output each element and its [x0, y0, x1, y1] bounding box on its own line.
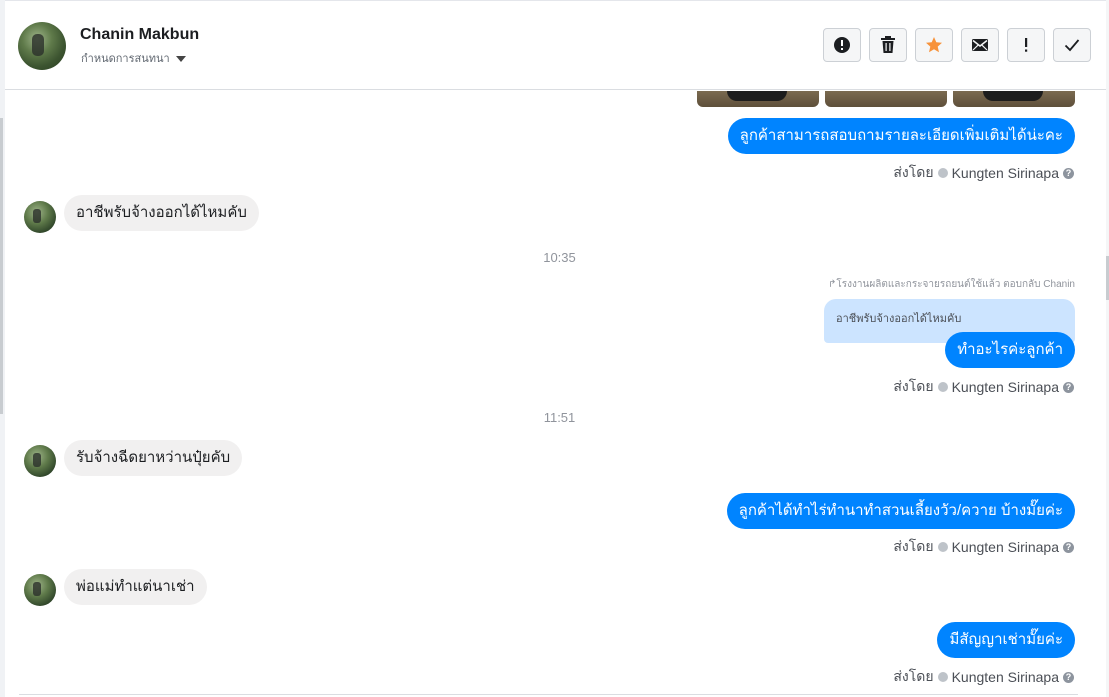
verified-icon	[937, 168, 948, 178]
left-scrollbar-thumb[interactable]	[0, 118, 3, 414]
message-thread[interactable]: ลูกค้าสามารถสอบถามรายละเอียดเพิ่มเติมได้…	[5, 91, 1106, 697]
image-thumbnail[interactable]	[697, 91, 819, 107]
incoming-message[interactable]: พ่อแม่ทำแต่นาเช่า	[64, 569, 207, 605]
image-attachments	[697, 91, 1075, 107]
verified-icon	[937, 542, 948, 552]
outgoing-message[interactable]: ลูกค้าสามารถสอบถามรายละเอียดเพิ่มเติมได้…	[727, 118, 1075, 154]
trash-icon	[881, 36, 895, 53]
messenger-app: Chanin Makbun กำหนดการสนทนา ลูกค้าสามารถ…	[0, 0, 1109, 697]
exclamation-icon	[1025, 38, 1028, 52]
sent-by-agent: Kungten Sirinapa	[951, 669, 1059, 685]
composer-divider	[19, 694, 1078, 695]
sent-by-label: ส่งโดย	[893, 668, 934, 684]
sent-by-line: ส่งโดย Kungten Sirinapa ?	[893, 376, 1074, 398]
mark-done-button[interactable]	[1053, 28, 1091, 62]
delete-button[interactable]	[869, 28, 907, 62]
check-icon	[1064, 39, 1080, 52]
sent-by-label: ส่งโดย	[893, 164, 934, 180]
sent-by-agent: Kungten Sirinapa	[951, 379, 1059, 395]
contact-avatar-small[interactable]	[24, 201, 56, 233]
sent-by-agent: Kungten Sirinapa	[951, 165, 1059, 181]
incoming-message[interactable]: รับจ้างฉีดยาหว่านปุ๋ยคับ	[64, 440, 243, 476]
sent-by-line: ส่งโดย Kungten Sirinapa ?	[893, 536, 1074, 558]
contact-avatar-small[interactable]	[24, 445, 56, 477]
timestamp: 10:35	[543, 250, 576, 265]
conversation-toolbar	[823, 28, 1091, 62]
help-icon[interactable]: ?	[1063, 671, 1074, 683]
star-icon	[926, 37, 942, 53]
mark-spam-button[interactable]	[823, 28, 861, 62]
verified-icon	[937, 382, 948, 392]
contact-avatar-small[interactable]	[24, 574, 56, 606]
conversation-header: Chanin Makbun กำหนดการสนทนา	[5, 0, 1106, 90]
chevron-down-icon	[175, 55, 186, 62]
mark-unread-button[interactable]	[961, 28, 999, 62]
reply-note: ↱โรงงานผลิตและกระจายรถยนต์ใช้แล้ว ตอบกลั…	[828, 277, 1075, 292]
verified-icon	[937, 672, 948, 682]
help-icon[interactable]: ?	[1063, 381, 1074, 393]
outgoing-message[interactable]: ทำอะไรค่ะลูกค้า	[945, 332, 1075, 368]
follow-up-button[interactable]	[1007, 28, 1045, 62]
image-thumbnail[interactable]	[825, 91, 947, 107]
sent-by-line: ส่งโดย Kungten Sirinapa ?	[893, 666, 1074, 688]
timestamp: 11:51	[543, 410, 576, 425]
image-thumbnail[interactable]	[953, 91, 1075, 107]
sent-by-label: ส่งโดย	[893, 378, 934, 394]
star-button[interactable]	[915, 28, 953, 62]
help-icon[interactable]: ?	[1063, 541, 1074, 553]
outgoing-message[interactable]: มีสัญญาเช่ามั๊ยค่ะ	[937, 622, 1075, 658]
incoming-message[interactable]: อาชีพรับจ้างออกได้ไหมคับ	[64, 195, 259, 231]
contact-name[interactable]: Chanin Makbun	[80, 26, 199, 44]
contact-avatar[interactable]	[18, 22, 66, 70]
help-icon[interactable]: ?	[1063, 167, 1074, 179]
assign-conversation-dropdown[interactable]: กำหนดการสนทนา	[81, 49, 186, 67]
sent-by-label: ส่งโดย	[893, 538, 934, 554]
envelope-icon	[972, 39, 988, 51]
assign-conversation-label: กำหนดการสนทนา	[81, 53, 170, 65]
reply-note-text: โรงงานผลิตและกระจายรถยนต์ใช้แล้ว ตอบกลับ…	[836, 279, 1075, 290]
sent-by-agent: Kungten Sirinapa	[951, 539, 1059, 555]
sent-by-line: ส่งโดย Kungten Sirinapa ?	[893, 162, 1074, 184]
outgoing-message[interactable]: ลูกค้าได้ทำไร่ทำนาทำสวนเลี้ยงวัว/ควาย บ้…	[726, 493, 1075, 529]
alert-circle-icon	[834, 37, 850, 53]
